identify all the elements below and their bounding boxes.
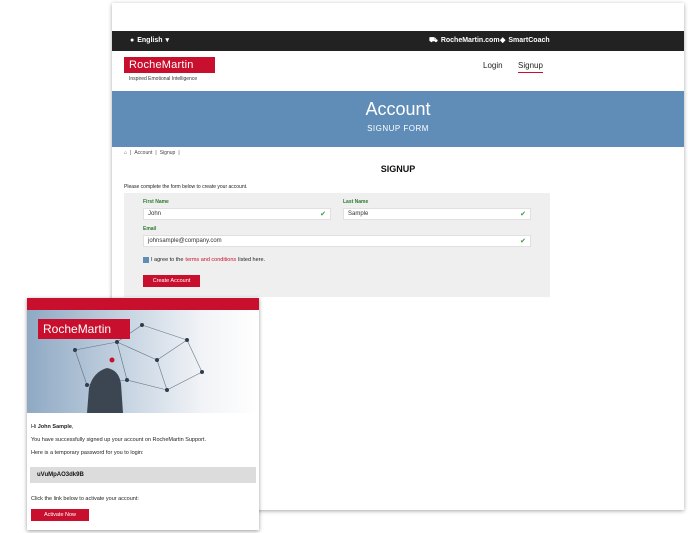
checkmark-icon: ✔ xyxy=(520,211,526,218)
language-label: English xyxy=(137,37,163,44)
signup-heading: SIGNUP xyxy=(380,164,416,174)
screenshot-stage: ● English ▾ ⛟ RocheMartin.com ◆ SmartCoa… xyxy=(0,0,688,533)
caret-down-icon: ▾ xyxy=(165,37,170,44)
activate-instructions: Click the link below to activate your ac… xyxy=(31,496,139,502)
create-account-button[interactable]: Create Account xyxy=(143,275,200,287)
first-name-value: John xyxy=(148,211,162,217)
language-selector[interactable]: ● English ▾ xyxy=(130,37,169,44)
greeting-name: John Sample xyxy=(37,424,72,430)
welcome-email-card: RocheMartin Hi John Sample, You have suc… xyxy=(27,298,259,530)
graduation-cap-icon: ◆ xyxy=(500,37,506,44)
rochemartin-site-link[interactable]: ⛟ RocheMartin.com xyxy=(429,37,500,44)
terms-link[interactable]: terms and conditions xyxy=(185,257,236,263)
email-rochemartin-logo: RocheMartin xyxy=(38,319,130,339)
rochemartin-logo[interactable]: RocheMartin xyxy=(124,57,215,73)
cart-icon: ⛟ xyxy=(429,37,438,44)
checkmark-icon: ✔ xyxy=(520,238,526,245)
agree-prefix: I agree to the xyxy=(151,257,184,263)
email-field[interactable]: johnsample@company.com ✔ xyxy=(143,235,531,247)
brand-tagline: Inspired Emotional Intelligence xyxy=(129,76,198,82)
signup-form: First Name John ✔ Last Name Sample ✔ Ema… xyxy=(124,193,550,297)
email-banner-image: RocheMartin xyxy=(27,310,259,413)
email-body: Hi John Sample, You have successfully si… xyxy=(31,424,255,463)
last-name-value: Sample xyxy=(348,211,369,217)
agree-suffix: listed here. xyxy=(238,257,266,263)
breadcrumb-signup[interactable]: Signup xyxy=(160,150,176,156)
hero-subtitle: SIGNUP FORM xyxy=(367,124,429,133)
checkmark-icon: ✔ xyxy=(320,211,326,218)
nav-login-link[interactable]: Login xyxy=(483,61,503,70)
greeting-prefix: Hi xyxy=(31,424,37,430)
email-line-1: You have successfully signed up your acc… xyxy=(31,437,206,443)
hero-banner: Account SIGNUP FORM xyxy=(112,91,684,147)
last-name-label: Last Name xyxy=(343,199,369,205)
temporary-password: uVuMpAO3dk9B xyxy=(30,467,256,483)
first-name-label: First Name xyxy=(143,199,169,205)
email-header-bar xyxy=(27,298,259,310)
terms-checkbox[interactable] xyxy=(143,257,149,263)
terms-agreement-row: I agree to the terms and conditions list… xyxy=(143,257,265,263)
home-icon[interactable]: ⌂ xyxy=(124,150,127,156)
smartcoach-link[interactable]: ◆ SmartCoach xyxy=(500,37,550,44)
site-link-label: RocheMartin.com xyxy=(440,37,500,44)
email-greeting: Hi John Sample, xyxy=(31,424,74,430)
last-name-field[interactable]: Sample ✔ xyxy=(343,208,531,220)
email-line-2: Here is a temporary password for you to … xyxy=(31,450,144,456)
smartcoach-label: SmartCoach xyxy=(508,37,550,44)
top-utility-bar: ● English ▾ ⛟ RocheMartin.com ◆ SmartCoa… xyxy=(112,31,684,51)
first-name-field[interactable]: John ✔ xyxy=(143,208,331,220)
email-label: Email xyxy=(143,226,157,232)
breadcrumb: ⌂ | Account | Signup | xyxy=(124,150,180,156)
activate-now-button[interactable]: Activate Now xyxy=(31,509,89,521)
email-value: johnsample@company.com xyxy=(148,238,222,244)
form-intro-text: Please complete the form below to create… xyxy=(124,184,248,190)
globe-icon: ● xyxy=(130,37,135,44)
breadcrumb-account[interactable]: Account xyxy=(134,150,152,156)
hero-title: Account xyxy=(365,99,431,119)
nav-signup-link[interactable]: Signup xyxy=(518,61,543,73)
